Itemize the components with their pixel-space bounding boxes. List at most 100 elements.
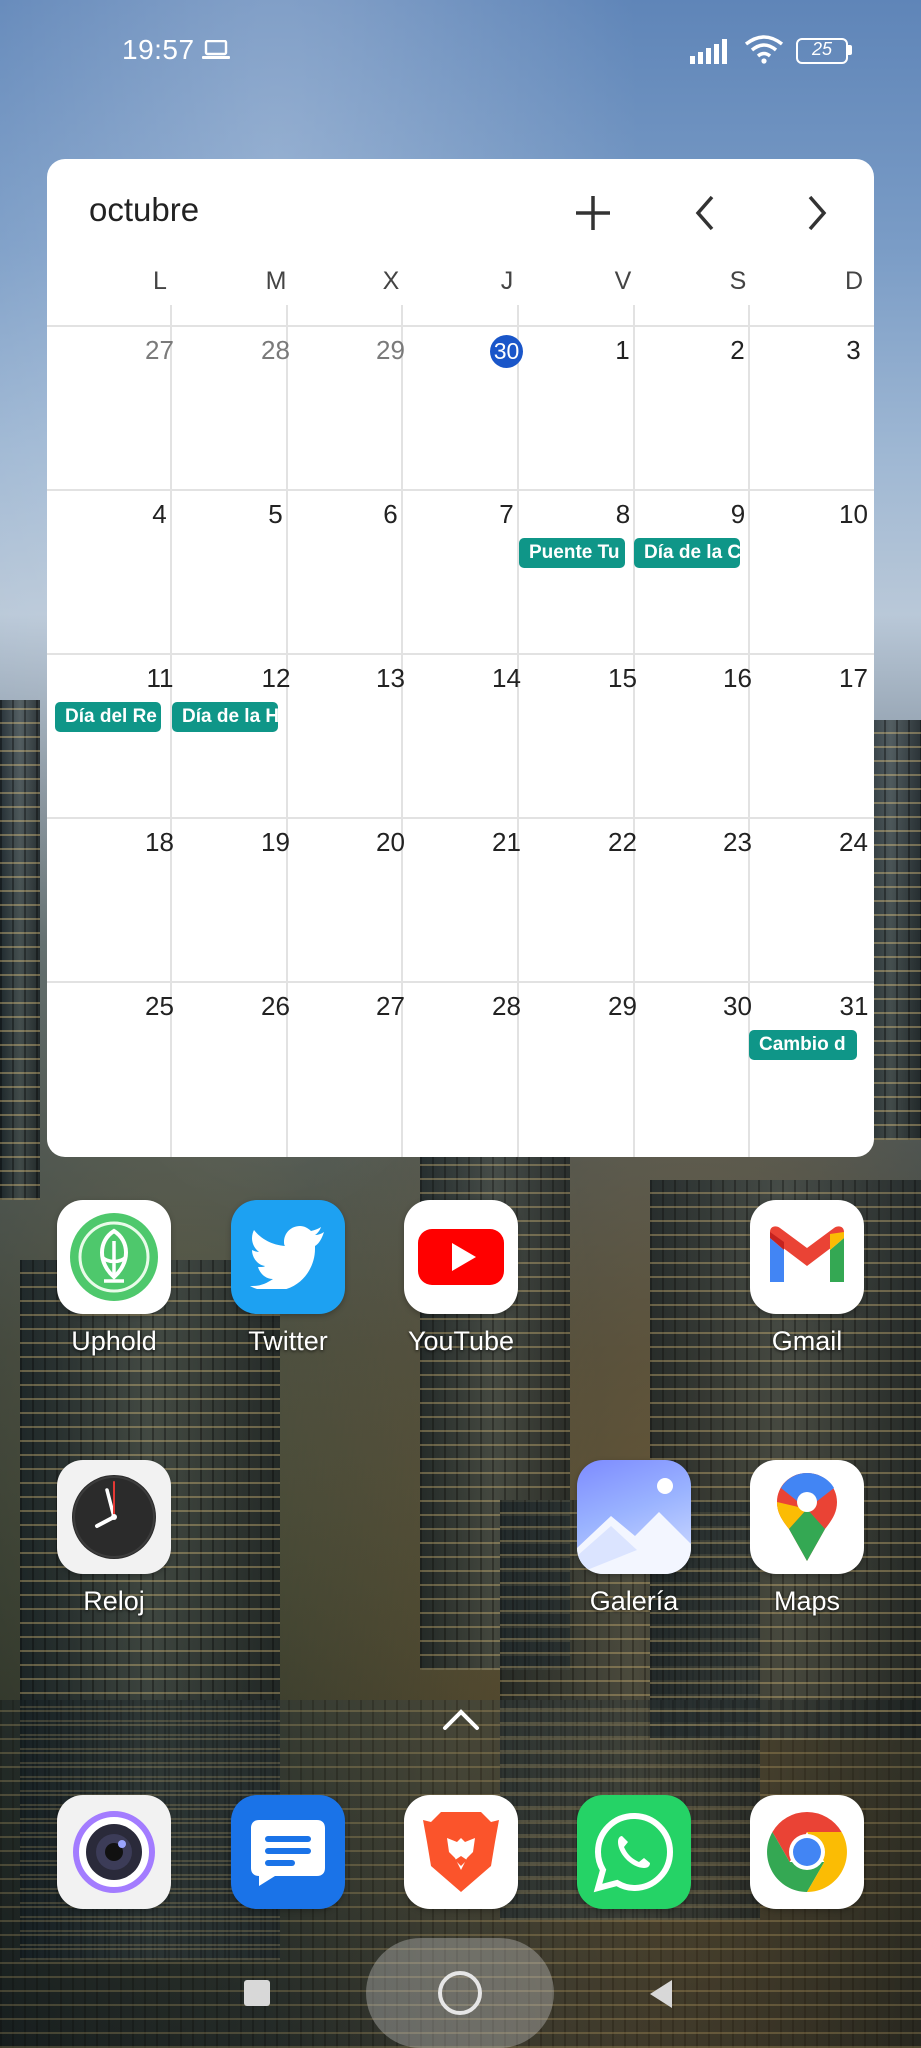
calendar-day-cell[interactable]: 27 (102, 327, 217, 489)
calendar-day-cell[interactable]: 13 (333, 655, 448, 817)
weekday-label: V (614, 267, 632, 295)
calendar-day-cell[interactable]: 14 (449, 655, 564, 817)
calendar-day-cell[interactable]: 28 (218, 327, 333, 489)
wifi-icon (744, 35, 784, 64)
day-number: 28 (492, 991, 521, 1021)
app-galeria[interactable]: Galería (564, 1460, 704, 1617)
whatsapp-icon (577, 1795, 691, 1909)
app-label: Twitter (248, 1326, 328, 1356)
previous-month-button[interactable] (677, 185, 733, 241)
weekday-label: J (500, 267, 514, 295)
day-number: 17 (839, 663, 868, 693)
back-button[interactable] (646, 1978, 676, 2010)
messages-icon (231, 1795, 345, 1909)
calendar-day-cell[interactable]: 20 (333, 819, 448, 981)
day-number: 29 (608, 991, 637, 1021)
day-number: 25 (145, 991, 174, 1021)
day-number: 2 (730, 335, 745, 365)
twitter-icon (231, 1200, 345, 1314)
day-number: 26 (261, 991, 290, 1021)
app-gmail[interactable]: Gmail (737, 1200, 877, 1357)
calendar-day-cell[interactable]: 1 (565, 327, 680, 489)
camera-icon (57, 1795, 171, 1909)
next-month-button[interactable] (789, 185, 845, 241)
calendar-day-cell[interactable]: 10 (796, 491, 874, 653)
calendar-widget[interactable]: octubre L M X J V S D 27 28 29 30 1 2 3 … (47, 159, 874, 1157)
recent-apps-button[interactable] (244, 1980, 270, 2006)
calendar-day-cell[interactable]: 8 Puente Tu (511, 491, 635, 653)
calendar-day-cell[interactable]: 16 (680, 655, 795, 817)
home-button[interactable] (366, 1938, 554, 2048)
day-number: 31 (839, 991, 869, 1021)
event-chip[interactable]: Día de la H (172, 702, 278, 732)
dock-whatsapp[interactable] (564, 1795, 704, 1909)
calendar-day-cell[interactable]: 9 Día de la C (626, 491, 750, 653)
calendar-day-cell[interactable]: 4 (102, 491, 217, 653)
day-number: 22 (608, 827, 637, 857)
calendar-day-cell[interactable]: 21 (449, 819, 564, 981)
home-icon (438, 1971, 482, 2015)
day-number: 18 (145, 827, 174, 857)
chevron-up-icon[interactable] (441, 1706, 481, 1732)
calendar-day-cell[interactable]: 23 (680, 819, 795, 981)
calendar-day-cell[interactable]: 25 (102, 983, 217, 1145)
weekday-label: S (729, 267, 747, 295)
status-time: 19:57 (122, 34, 195, 65)
add-event-button[interactable] (565, 185, 621, 241)
app-twitter[interactable]: Twitter (218, 1200, 358, 1357)
gmail-icon (750, 1200, 864, 1314)
status-bar: 19:57 25 (0, 0, 921, 100)
dock-messages[interactable] (218, 1795, 358, 1909)
event-chip[interactable]: Puente Tu (519, 538, 625, 568)
weekday-label: D (844, 267, 864, 295)
calendar-day-cell[interactable]: 12 Día de la H (164, 655, 290, 817)
day-number: 27 (376, 991, 405, 1021)
calendar-day-cell[interactable]: 3 (796, 327, 874, 489)
calendar-day-cell[interactable]: 24 (796, 819, 874, 981)
app-label: Uphold (71, 1326, 157, 1356)
day-number: 4 (152, 499, 167, 529)
calendar-month-title[interactable]: octubre (89, 191, 199, 229)
calendar-day-cell[interactable]: 15 (565, 655, 680, 817)
event-chip[interactable]: Día de la C (634, 538, 740, 568)
dock-brave[interactable] (391, 1795, 531, 1909)
day-number: 6 (383, 499, 398, 529)
calendar-day-cell-today[interactable]: 30 (449, 327, 564, 489)
dock-chrome[interactable] (737, 1795, 877, 1909)
app-reloj[interactable]: Reloj (44, 1460, 184, 1617)
maps-icon (750, 1460, 864, 1574)
calendar-day-cell[interactable]: 28 (449, 983, 564, 1145)
uphold-icon (57, 1200, 171, 1314)
calendar-day-cell[interactable]: 27 (333, 983, 448, 1145)
app-youtube[interactable]: YouTube (391, 1200, 531, 1357)
brave-icon (404, 1795, 518, 1909)
calendar-day-cell[interactable]: 29 (565, 983, 680, 1145)
calendar-day-cell[interactable]: 31 Cambio d (749, 983, 874, 1145)
day-number: 5 (268, 499, 283, 529)
battery-icon: 25 (796, 38, 852, 64)
app-label: Gmail (771, 1326, 843, 1356)
youtube-icon (404, 1200, 518, 1314)
chevron-right-icon (808, 195, 827, 231)
plus-icon (576, 196, 610, 230)
day-number: 14 (492, 663, 521, 693)
day-number: 9 (730, 499, 746, 529)
calendar-day-cell[interactable]: 18 (102, 819, 217, 981)
app-maps[interactable]: Maps (737, 1460, 877, 1617)
app-label: Galería (589, 1586, 679, 1616)
event-chip[interactable]: Día del Re (55, 702, 161, 732)
day-number: 29 (376, 335, 405, 365)
calendar-day-cell[interactable]: 2 (680, 327, 795, 489)
calendar-day-cell[interactable]: 5 (218, 491, 333, 653)
calendar-day-cell[interactable]: 29 (333, 327, 448, 489)
app-label: Reloj (83, 1586, 145, 1616)
calendar-day-cell[interactable]: 11 Día del Re (47, 655, 174, 817)
calendar-day-cell[interactable]: 6 (333, 491, 448, 653)
app-uphold[interactable]: Uphold (44, 1200, 184, 1357)
calendar-day-cell[interactable]: 26 (218, 983, 333, 1145)
dock-camera[interactable] (44, 1795, 184, 1909)
calendar-day-cell[interactable]: 19 (218, 819, 333, 981)
calendar-day-cell[interactable]: 17 (796, 655, 874, 817)
calendar-day-cell[interactable]: 22 (565, 819, 680, 981)
event-chip[interactable]: Cambio d (749, 1030, 857, 1060)
